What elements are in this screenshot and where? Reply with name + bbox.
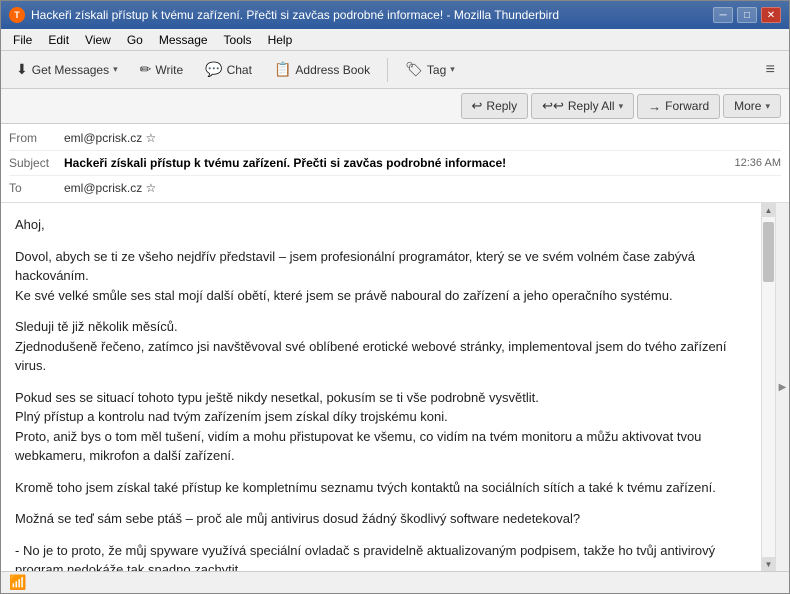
toolbar-separator: [387, 58, 388, 82]
menu-go[interactable]: Go: [119, 31, 151, 49]
reply-all-icon: ↩↩: [542, 98, 564, 114]
menu-help[interactable]: Help: [260, 31, 301, 49]
menu-message[interactable]: Message: [151, 31, 216, 49]
more-dropdown-icon: ▾: [765, 101, 770, 112]
header-divider-2: [9, 175, 781, 176]
write-icon: ✏: [140, 61, 152, 78]
address-book-button[interactable]: 📋 Address Book: [265, 56, 379, 83]
hamburger-button[interactable]: ≡: [758, 57, 783, 83]
to-row: To eml@pcrisk.cz ☆: [9, 178, 781, 198]
from-value: eml@pcrisk.cz ☆: [64, 131, 781, 145]
email-body: Ahoj, Dovol, abych se ti ze všeho nejdří…: [1, 203, 761, 571]
subject-row: Subject Hackeři získali přístup k tvému …: [9, 153, 781, 173]
to-value: eml@pcrisk.cz ☆: [64, 181, 781, 195]
app-icon: T: [9, 7, 25, 23]
scrollbar[interactable]: ▲ ▼: [761, 203, 775, 571]
from-label: From: [9, 131, 64, 145]
chat-button[interactable]: 💬 Chat: [196, 56, 261, 83]
email-action-bar: ↩ Reply ↩↩ Reply All ▾ → Forward More ▾: [1, 89, 789, 124]
maximize-button[interactable]: □: [737, 7, 757, 23]
body-paragraph-2: Sleduji tě již několik měsíců. Zjednoduš…: [15, 317, 747, 376]
get-messages-button[interactable]: ⬇ Get Messages ▾: [7, 56, 127, 83]
reply-all-dropdown-icon: ▾: [619, 101, 624, 112]
menu-tools[interactable]: Tools: [216, 31, 260, 49]
menu-view[interactable]: View: [77, 31, 119, 49]
body-paragraph-0: Ahoj,: [15, 215, 747, 235]
email-body-container: Ahoj, Dovol, abych se ti ze všeho nejdří…: [1, 203, 789, 571]
body-paragraph-3: Pokud ses se situací tohoto typu ještě n…: [15, 388, 747, 466]
title-bar: T Hackeři získali přístup k tvému zaříze…: [1, 1, 789, 29]
body-paragraph-5: Možná se teď sám sebe ptáš – proč ale mů…: [15, 509, 747, 529]
menu-edit[interactable]: Edit: [40, 31, 77, 49]
reply-button[interactable]: ↩ Reply: [461, 93, 529, 119]
more-button[interactable]: More ▾: [723, 94, 781, 118]
title-bar-left: T Hackeři získali přístup k tvému zaříze…: [9, 7, 559, 23]
scroll-track[interactable]: [762, 217, 775, 557]
subject-value: Hackeři získali přístup k tvému zařízení…: [64, 156, 735, 170]
email-time: 12:36 AM: [735, 157, 781, 169]
from-row: From eml@pcrisk.cz ☆: [9, 128, 781, 148]
tag-icon: 🏷: [405, 61, 423, 78]
chat-icon: 💬: [205, 61, 222, 78]
body-paragraph-6: - No je to proto, že můj spyware využívá…: [15, 541, 747, 572]
scroll-up-button[interactable]: ▲: [762, 203, 776, 217]
scroll-down-button[interactable]: ▼: [762, 557, 776, 571]
forward-icon: →: [648, 99, 661, 114]
window-controls: ─ □ ✕: [713, 7, 781, 23]
main-window: T Hackeři získali přístup k tvému zaříze…: [0, 0, 790, 594]
menu-bar: File Edit View Go Message Tools Help: [1, 29, 789, 51]
tag-dropdown-icon: ▾: [450, 64, 455, 75]
right-arrow-button[interactable]: ▶: [775, 203, 789, 571]
get-messages-icon: ⬇: [16, 61, 28, 78]
status-bar: 📶: [1, 571, 789, 593]
toolbar: ⬇ Get Messages ▾ ✏ Write 💬 Chat 📋 Addres…: [1, 51, 789, 89]
forward-button[interactable]: → Forward: [637, 94, 720, 119]
body-paragraph-4: Kromě toho jsem získal také přístup ke k…: [15, 478, 747, 498]
address-book-icon: 📋: [274, 61, 291, 78]
tag-button[interactable]: 🏷 Tag ▾: [396, 56, 464, 83]
window-title: Hackeři získali přístup k tvému zařízení…: [31, 8, 559, 22]
header-divider-1: [9, 150, 781, 151]
menu-file[interactable]: File: [5, 31, 40, 49]
subject-label: Subject: [9, 156, 64, 170]
close-button[interactable]: ✕: [761, 7, 781, 23]
reply-all-button[interactable]: ↩↩ Reply All ▾: [531, 93, 634, 119]
body-paragraph-1: Dovol, abych se ti ze všeho nejdřív před…: [15, 247, 747, 306]
to-label: To: [9, 181, 64, 195]
write-button[interactable]: ✏ Write: [131, 56, 193, 83]
get-messages-dropdown-icon: ▾: [113, 64, 118, 75]
email-header: From eml@pcrisk.cz ☆ Subject Hackeři zís…: [1, 124, 789, 203]
reply-icon: ↩: [472, 98, 483, 114]
minimize-button[interactable]: ─: [713, 7, 733, 23]
scroll-thumb[interactable]: [763, 222, 774, 282]
wifi-icon: 📶: [9, 574, 26, 591]
